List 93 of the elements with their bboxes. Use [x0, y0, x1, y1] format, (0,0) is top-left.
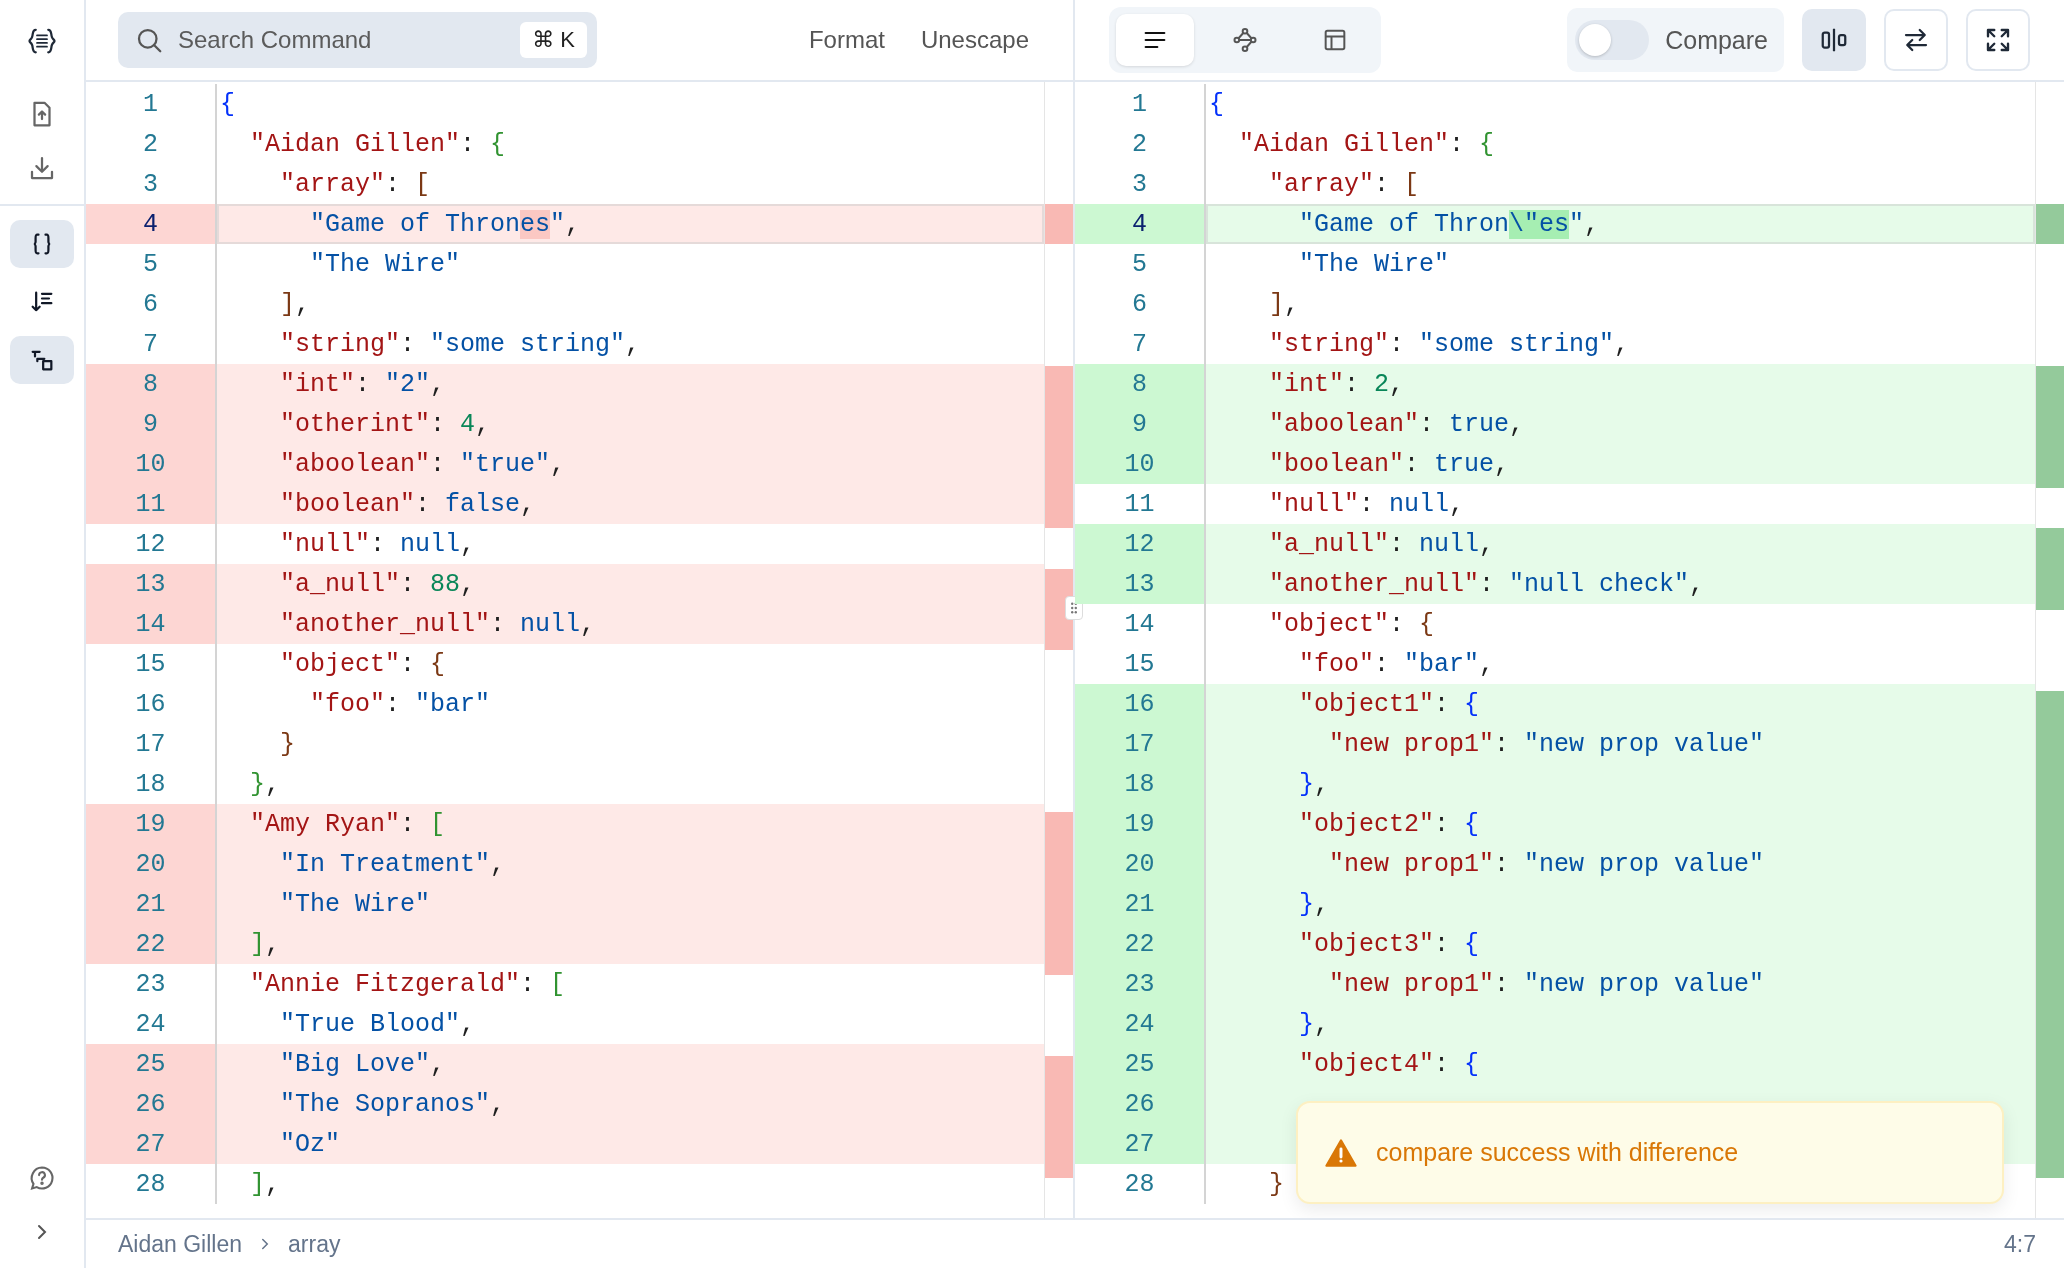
- code-line: "array": [: [279, 168, 432, 201]
- line-number: 4: [86, 204, 217, 244]
- line-number: 18: [1075, 764, 1206, 804]
- line-number: 23: [86, 964, 217, 1004]
- nodes-graph-icon: [1231, 26, 1259, 54]
- code-line: "array": [: [1268, 168, 1421, 201]
- line-number: 20: [86, 844, 217, 884]
- line-number: 25: [86, 1044, 217, 1084]
- line-number: 27: [86, 1124, 217, 1164]
- code-line: "null": null,: [279, 528, 477, 561]
- line-number: 8: [86, 364, 217, 404]
- line-number: 22: [86, 924, 217, 964]
- line-number: 26: [86, 1084, 217, 1124]
- line-number: 23: [1075, 964, 1206, 1004]
- code-line: ],: [1268, 288, 1301, 321]
- toolbar-action-button[interactable]: Format: [800, 20, 893, 60]
- line-number: 27: [1075, 1124, 1206, 1164]
- code-line: "Annie Fitzgerald": [: [249, 968, 567, 1001]
- compare-toggle[interactable]: [1575, 20, 1650, 60]
- fullscreen-button[interactable]: [1966, 9, 2030, 71]
- line-number: 10: [86, 444, 217, 484]
- line-number: 14: [1075, 604, 1206, 644]
- line-number: 9: [86, 404, 217, 444]
- line-number: 2: [86, 124, 217, 164]
- line-number: 25: [1075, 1044, 1206, 1084]
- line-number: 12: [1075, 524, 1206, 564]
- code-line: {: [219, 88, 236, 121]
- search-field[interactable]: Search Command ⌘ K: [118, 12, 597, 68]
- code-line: "string": "some string",: [279, 328, 642, 361]
- code-line: ],: [279, 288, 312, 321]
- swap-button[interactable]: [1884, 9, 1948, 71]
- line-number: 24: [1075, 1004, 1206, 1044]
- line-number: 14: [86, 604, 217, 644]
- scrollbar[interactable]: [2035, 82, 2064, 1218]
- code-line: "object": {: [1268, 608, 1436, 641]
- code-line: "The Wire": [1298, 248, 1451, 281]
- line-number: 28: [1075, 1164, 1206, 1204]
- line-number: 19: [86, 804, 217, 844]
- code-line: "foo": "bar": [309, 688, 492, 721]
- toast-message: compare success with difference: [1376, 1138, 1739, 1167]
- view-mode-tab[interactable]: [1116, 14, 1194, 66]
- app-logo-icon: [27, 26, 57, 56]
- line-number: 11: [86, 484, 217, 524]
- line-number: 28: [86, 1164, 217, 1204]
- warning-icon: [1324, 1136, 1358, 1169]
- search-input[interactable]: Search Command: [176, 25, 509, 55]
- line-number: 8: [1075, 364, 1206, 404]
- toolbar-action-button[interactable]: Unescape: [912, 20, 1037, 60]
- line-number: 13: [1075, 564, 1206, 604]
- line-number: 5: [86, 244, 217, 284]
- compare-label: Compare: [1665, 25, 1768, 55]
- line-number: 6: [86, 284, 217, 324]
- code-line: "Aidan Gillen": {: [1238, 128, 1496, 161]
- breadcrumb-item[interactable]: Aidan Gillen: [118, 1230, 243, 1258]
- sidebar-tool-button[interactable]: [10, 220, 74, 268]
- shortcut-hint: ⌘ K: [520, 22, 587, 58]
- breadcrumb-item[interactable]: array: [288, 1230, 341, 1258]
- line-number: 9: [1075, 404, 1206, 444]
- line-number: 15: [86, 644, 217, 684]
- code-line: "string": "some string",: [1268, 328, 1631, 361]
- line-number: 22: [1075, 924, 1206, 964]
- line-number: 5: [1075, 244, 1206, 284]
- help-bubble-icon: [28, 1164, 56, 1192]
- line-number: 16: [1075, 684, 1206, 724]
- line-number: 13: [86, 564, 217, 604]
- line-number: 1: [1075, 84, 1206, 124]
- code-line: "True Blood",: [279, 1008, 477, 1041]
- line-number: 17: [86, 724, 217, 764]
- code-line: {: [1208, 88, 1225, 121]
- line-number: 6: [1075, 284, 1206, 324]
- code-line: },: [249, 768, 282, 801]
- line-number: 16: [86, 684, 217, 724]
- line-number: 21: [1075, 884, 1206, 924]
- line-number: 4: [1075, 204, 1206, 244]
- line-number: 20: [1075, 844, 1206, 884]
- line-number: 10: [1075, 444, 1206, 484]
- cursor-position: 4:7: [2004, 1230, 2036, 1258]
- code-line: ],: [249, 1168, 282, 1201]
- code-line: "Aidan Gillen": {: [249, 128, 507, 161]
- sidebar-tool-button[interactable]: [10, 336, 74, 384]
- line-number: 19: [1075, 804, 1206, 844]
- code-line: "foo": "bar",: [1298, 648, 1496, 681]
- split-view-button[interactable]: [1802, 9, 1866, 71]
- code-line: "The Wire": [309, 248, 462, 281]
- line-number: 1: [86, 84, 217, 124]
- line-number: 2: [1075, 124, 1206, 164]
- line-number: 26: [1075, 1084, 1206, 1124]
- code-line: }: [1268, 1168, 1286, 1201]
- code-line: }: [279, 728, 297, 761]
- line-number: 21: [86, 884, 217, 924]
- code-line: "null": null,: [1268, 488, 1466, 521]
- line-number: 17: [1075, 724, 1206, 764]
- code-line: "object": {: [279, 648, 447, 681]
